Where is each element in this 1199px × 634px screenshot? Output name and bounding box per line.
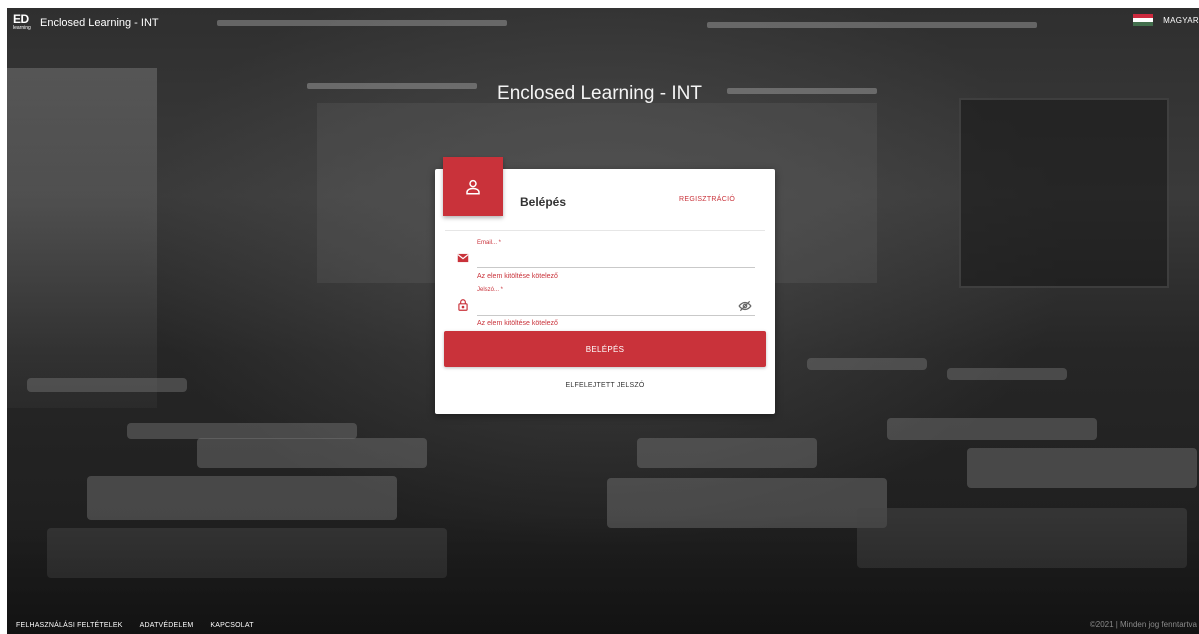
password-label: Jelszó... * [477,287,504,293]
desk [967,448,1197,488]
copyright: ©2021 | Minden jog fenntartva [1089,620,1197,629]
footer-link-terms[interactable]: FELHASZNÁLÁSI FELTÉTELEK [16,622,123,629]
password-error: Az elem kitöltése kötelező [477,320,558,327]
email-error: Az elem kitöltése kötelező [477,273,558,280]
desk [887,418,1097,440]
hungarian-flag-icon [1133,14,1154,26]
footer-link-privacy[interactable]: ADATVÉDELEM [140,622,194,629]
blackboard [959,98,1169,288]
flag-stripe [1133,22,1154,26]
desk [637,438,817,468]
password-input[interactable] [477,297,755,316]
logo-subtext: learning [13,25,31,31]
language-selector[interactable]: MAGYAR [1133,14,1199,26]
mail-icon [457,253,469,263]
user-icon-box [443,157,503,216]
floor [7,514,1199,634]
register-link[interactable]: REGISZTRÁCIÓ [679,196,735,203]
lock-icon [458,299,468,311]
divider [445,230,765,231]
app-title: Enclosed Learning - INT [40,17,159,29]
desk [947,368,1067,380]
desk [27,378,187,392]
eye-off-icon[interactable] [738,299,752,313]
desk [197,438,427,468]
app-logo[interactable]: ED learning [13,13,33,35]
email-input[interactable] [477,249,755,268]
forgot-password-link[interactable]: ELFELEJTETT JELSZÓ [435,382,775,389]
language-label: MAGYAR [1163,15,1199,25]
desk [807,358,927,370]
page-title: Enclosed Learning - INT [497,83,702,104]
login-button[interactable]: BELÉPÉS [444,331,766,367]
login-title: Belépés [520,195,567,209]
email-label: Email... * [477,240,502,246]
logo-text: ED [13,12,29,26]
footer-link-contact[interactable]: KAPCSOLAT [210,622,253,629]
footer-links: FELHASZNÁLÁSI FELTÉTELEK ADATVÉDELEM KAP… [16,622,271,629]
user-icon [466,179,480,194]
top-bar: ED learning Enclosed Learning - INT MAGY… [7,8,1199,38]
window [7,68,157,408]
desk [127,423,357,439]
